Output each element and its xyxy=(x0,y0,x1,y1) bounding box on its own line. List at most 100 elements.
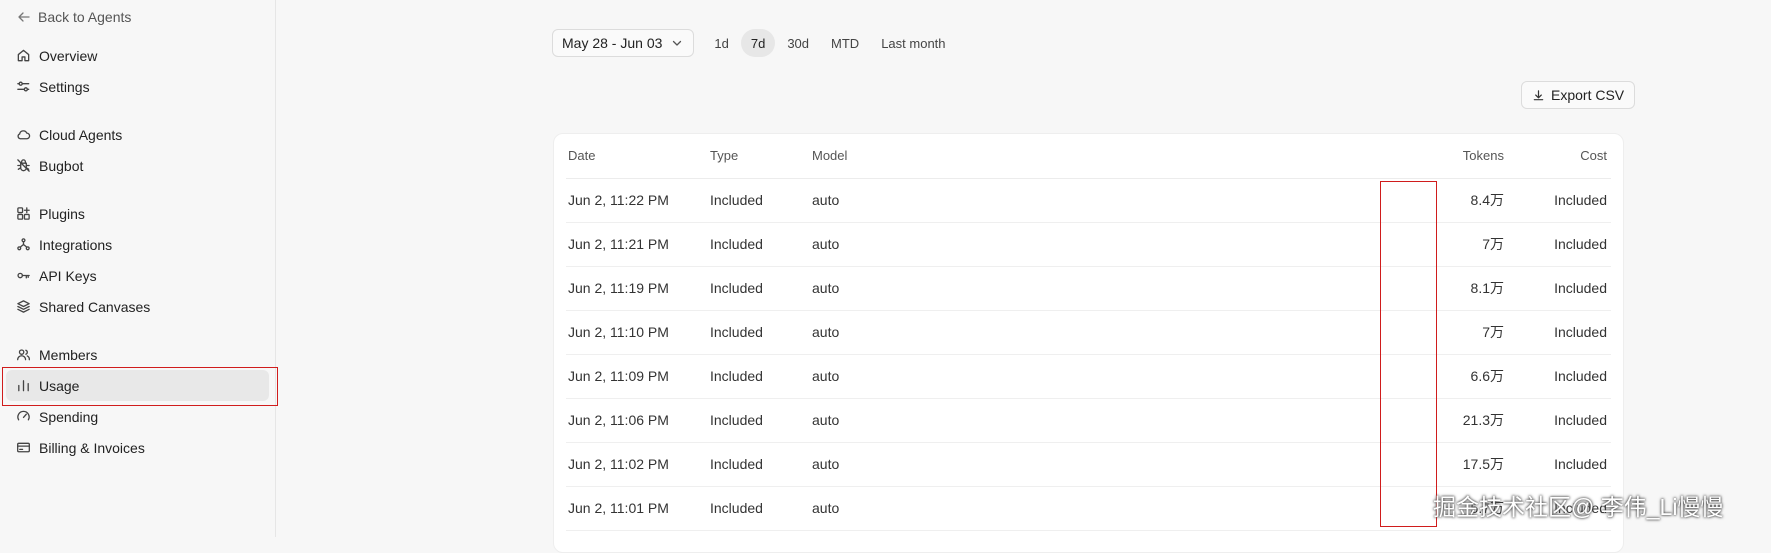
cell-tokens: 7万 xyxy=(1370,222,1510,267)
plugins-icon xyxy=(16,206,31,221)
users-icon xyxy=(16,347,31,362)
back-to-agents-label: Back to Agents xyxy=(38,9,132,25)
nav-group: Overview Settings xyxy=(0,40,275,102)
sidebar-item-label: Bugbot xyxy=(39,157,84,174)
column-header-cost[interactable]: Cost xyxy=(1510,134,1611,179)
table-row[interactable]: Jun 2, 11:10 PM Included auto 7万 Included xyxy=(566,310,1611,355)
cell-date: Jun 2, 11:22 PM xyxy=(566,178,708,223)
download-icon xyxy=(1532,89,1545,102)
cell-cost: Included xyxy=(1510,178,1611,223)
cell-tokens: 7万 xyxy=(1370,310,1510,355)
sidebar-item-label: Settings xyxy=(39,78,90,95)
cell-cost: Included xyxy=(1510,354,1611,399)
chevron-down-icon xyxy=(671,37,683,49)
cell-type: Included xyxy=(708,310,810,355)
table-row[interactable]: Jun 2, 11:21 PM Included auto 7万 Included xyxy=(566,222,1611,267)
table-row[interactable]: Jun 2, 11:19 PM Included auto 8.1万 Included xyxy=(566,266,1611,311)
sidebar-item-overview[interactable]: Overview xyxy=(6,40,269,71)
usage-table: Date Type Model Tokens Cost Jun 2, 11:22… xyxy=(566,134,1611,531)
sidebar-item-spending[interactable]: Spending xyxy=(6,401,269,432)
cell-type: Included xyxy=(708,354,810,399)
key-icon xyxy=(16,268,31,283)
sidebar-item-api-keys[interactable]: API Keys xyxy=(6,260,269,291)
column-header-model[interactable]: Model xyxy=(810,134,1370,179)
cell-type: Included xyxy=(708,178,810,223)
cell-model: auto xyxy=(810,222,1370,267)
cell-date: Jun 2, 11:21 PM xyxy=(566,222,708,267)
range-button-last-month[interactable]: Last month xyxy=(871,29,955,57)
sidebar-item-usage[interactable]: Usage xyxy=(2,367,278,406)
cell-date: Jun 2, 11:01 PM xyxy=(566,486,708,531)
range-button-mtd[interactable]: MTD xyxy=(821,29,869,57)
cell-model: auto xyxy=(810,354,1370,399)
table-row[interactable]: Jun 2, 11:22 PM Included auto 8.4万 Included xyxy=(566,178,1611,223)
cell-tokens: 17.5万 xyxy=(1370,442,1510,487)
bar-chart-icon xyxy=(16,378,31,393)
cell-date: Jun 2, 11:09 PM xyxy=(566,354,708,399)
table-row[interactable]: Jun 2, 11:02 PM Included auto 17.5万 Included xyxy=(566,442,1611,487)
home-icon xyxy=(16,48,31,63)
sidebar-item-billing-invoices[interactable]: Billing & Invoices xyxy=(6,432,269,463)
table-row[interactable]: Jun 2, 11:09 PM Included auto 6.6万 Included xyxy=(566,354,1611,399)
cell-model: auto xyxy=(810,266,1370,311)
cell-type: Included xyxy=(708,266,810,311)
sidebar-item-settings[interactable]: Settings xyxy=(6,71,269,102)
sidebar-item-members[interactable]: Members xyxy=(6,339,269,370)
date-filter-toolbar: May 28 - Jun 03 1d 7d 30d MTD Last month xyxy=(552,29,956,57)
cell-cost: Included xyxy=(1510,266,1611,311)
cell-tokens: 8.4万 xyxy=(1370,178,1510,223)
watermark: 掘金技术社区@ 李伟_Li慢慢 xyxy=(1433,494,1724,520)
cell-cost: Included xyxy=(1510,310,1611,355)
sidebar: Back to Agents Overview Settings Cloud Age… xyxy=(0,0,278,537)
sidebar-item-label: Billing & Invoices xyxy=(39,439,145,456)
cell-tokens: 8.1万 xyxy=(1370,266,1510,311)
export-csv-button[interactable]: Export CSV xyxy=(1521,81,1636,109)
column-header-type[interactable]: Type xyxy=(708,134,810,179)
cell-cost: Included xyxy=(1510,398,1611,443)
bug-icon xyxy=(16,158,31,173)
back-to-agents-link[interactable]: Back to Agents xyxy=(16,6,275,28)
export-csv-label: Export CSV xyxy=(1551,87,1625,103)
sidebar-item-label: Spending xyxy=(39,408,99,425)
cloud-icon xyxy=(16,127,31,142)
cell-cost: Included xyxy=(1510,222,1611,267)
date-range-value: May 28 - Jun 03 xyxy=(562,35,663,51)
cell-date: Jun 2, 11:06 PM xyxy=(566,398,708,443)
gauge-icon xyxy=(16,409,31,424)
sidebar-item-shared-canvases[interactable]: Shared Canvases xyxy=(6,291,269,322)
sidebar-item-label: Overview xyxy=(39,47,98,64)
nav-group: Members Usage Spending Billing & Invoices xyxy=(0,339,278,463)
sidebar-item-plugins[interactable]: Plugins xyxy=(6,198,269,229)
column-header-date[interactable]: Date xyxy=(566,134,708,179)
cell-type: Included xyxy=(708,442,810,487)
cell-date: Jun 2, 11:02 PM xyxy=(566,442,708,487)
column-header-tokens[interactable]: Tokens xyxy=(1370,134,1510,179)
cell-tokens: 21.3万 xyxy=(1370,398,1510,443)
sidebar-item-label: Usage xyxy=(39,377,80,394)
arrow-left-icon xyxy=(16,9,32,25)
nav-group: Plugins Integrations API Keys Shared Canvas… xyxy=(0,198,275,322)
range-button-7d[interactable]: 7d xyxy=(740,29,776,57)
card-icon xyxy=(16,440,31,455)
sidebar-item-label: Integrations xyxy=(39,236,113,253)
cell-date: Jun 2, 11:19 PM xyxy=(566,266,708,311)
sidebar-item-label: Plugins xyxy=(39,205,85,222)
sidebar-item-bugbot[interactable]: Bugbot xyxy=(6,150,269,181)
date-range-select[interactable]: May 28 - Jun 03 xyxy=(552,29,695,57)
sidebar-item-integrations[interactable]: Integrations xyxy=(6,229,269,260)
sidebar-item-label: Shared Canvases xyxy=(39,298,151,315)
table-row[interactable]: Jun 2, 11:06 PM Included auto 21.3万 Included xyxy=(566,398,1611,443)
sliders-icon xyxy=(16,79,31,94)
cell-date: Jun 2, 11:10 PM xyxy=(566,310,708,355)
cell-cost: Included xyxy=(1510,442,1611,487)
sidebar-item-label: API Keys xyxy=(39,267,97,284)
cell-tokens: 6.6万 xyxy=(1370,354,1510,399)
cell-type: Included xyxy=(708,222,810,267)
range-button-30d[interactable]: 30d xyxy=(777,29,819,57)
cell-model: auto xyxy=(810,178,1370,223)
range-button-1d[interactable]: 1d xyxy=(704,29,738,57)
cell-type: Included xyxy=(708,398,810,443)
sidebar-item-label: Members xyxy=(39,346,98,363)
sidebar-item-cloud-agents[interactable]: Cloud Agents xyxy=(6,119,269,150)
nav-group: Cloud Agents Bugbot xyxy=(0,119,275,181)
